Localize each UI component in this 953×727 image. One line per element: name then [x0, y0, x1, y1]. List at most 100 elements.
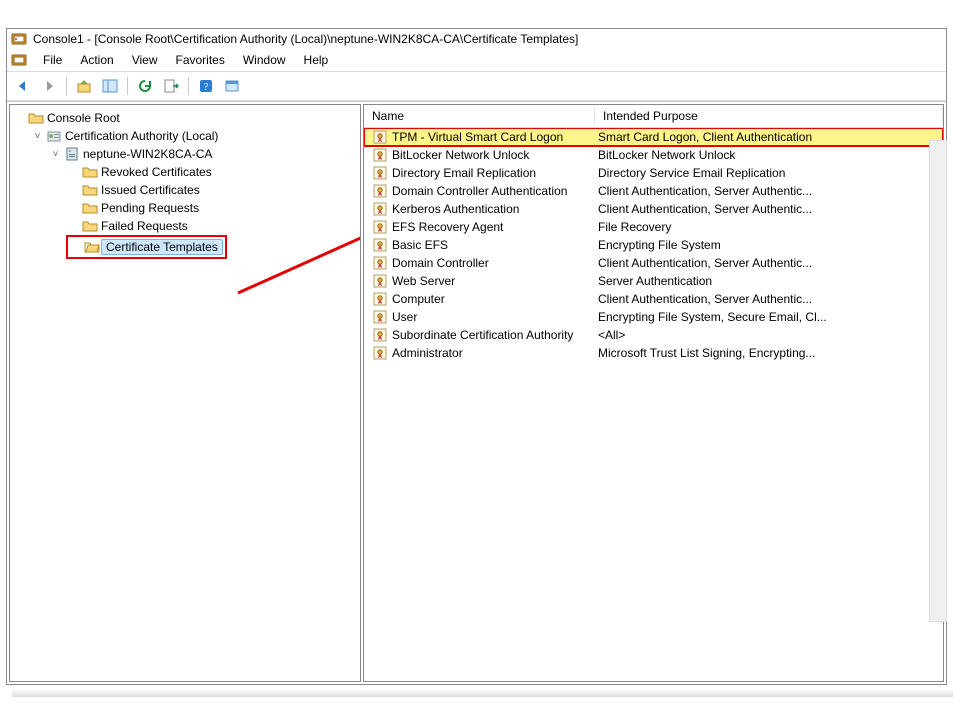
cert-template-icon: [372, 237, 388, 253]
tree-revoked[interactable]: Revoked Certificates: [66, 163, 358, 181]
cert-template-icon: [372, 165, 388, 181]
row-purpose: Client Authentication, Server Authentic.…: [590, 256, 943, 270]
nav-forward-button[interactable]: [37, 74, 61, 98]
tree-pane[interactable]: Console Root ˅ Certification Authority (…: [9, 104, 361, 682]
list-row[interactable]: UserEncrypting File System, Secure Email…: [364, 308, 943, 326]
menu-window[interactable]: Window: [235, 51, 294, 69]
column-name[interactable]: Name: [364, 107, 595, 125]
cert-template-icon: [372, 345, 388, 361]
vertical-scrollbar[interactable]: [929, 140, 947, 622]
row-name: Administrator: [392, 346, 590, 360]
cert-template-icon: [372, 255, 388, 271]
menu-favorites[interactable]: Favorites: [168, 51, 233, 69]
list-pane: Name Intended Purpose TPM - Virtual Smar…: [363, 104, 944, 682]
collapse-icon[interactable]: ˅: [32, 131, 43, 142]
row-name: Computer: [392, 292, 590, 306]
row-purpose: Server Authentication: [590, 274, 943, 288]
content-area: Console Root ˅ Certification Authority (…: [7, 101, 946, 684]
row-purpose: <All>: [590, 328, 943, 342]
list-row[interactable]: Domain ControllerClient Authentication, …: [364, 254, 943, 272]
list-row[interactable]: EFS Recovery AgentFile Recovery: [364, 218, 943, 236]
tree-label-selected: Certificate Templates: [101, 239, 223, 255]
row-purpose: File Recovery: [590, 220, 943, 234]
row-purpose: Microsoft Trust List Signing, Encrypting…: [590, 346, 943, 360]
list-row[interactable]: Domain Controller AuthenticationClient A…: [364, 182, 943, 200]
folder-icon: [82, 200, 98, 216]
list-row[interactable]: Basic EFSEncrypting File System: [364, 236, 943, 254]
column-purpose[interactable]: Intended Purpose: [595, 107, 943, 125]
tree-failed[interactable]: Failed Requests: [66, 217, 358, 235]
cert-template-icon: [372, 183, 388, 199]
row-name: User: [392, 310, 590, 324]
cert-template-icon: [372, 147, 388, 163]
window-title: Console1 - [Console Root\Certification A…: [33, 32, 578, 46]
list-row[interactable]: Kerberos AuthenticationClient Authentica…: [364, 200, 943, 218]
nav-back-button[interactable]: [11, 74, 35, 98]
mmc-window: Console1 - [Console Root\Certification A…: [6, 28, 947, 685]
row-name: TPM - Virtual Smart Card Logon: [392, 130, 590, 144]
list-row[interactable]: AdministratorMicrosoft Trust List Signin…: [364, 344, 943, 362]
show-hide-tree-button[interactable]: [98, 74, 122, 98]
row-name: Domain Controller: [392, 256, 590, 270]
row-name: Domain Controller Authentication: [392, 184, 590, 198]
expand-icon[interactable]: [14, 113, 25, 124]
tree-label: Pending Requests: [101, 201, 199, 215]
export-list-button[interactable]: [159, 74, 183, 98]
list-row[interactable]: TPM - Virtual Smart Card LogonSmart Card…: [364, 128, 943, 146]
refresh-button[interactable]: [133, 74, 157, 98]
row-name: Web Server: [392, 274, 590, 288]
row-name: Basic EFS: [392, 238, 590, 252]
row-purpose: Client Authentication, Server Authentic.…: [590, 292, 943, 306]
titlebar: Console1 - [Console Root\Certification A…: [7, 29, 946, 49]
tree-issued[interactable]: Issued Certificates: [66, 181, 358, 199]
row-purpose: Smart Card Logon, Client Authentication: [590, 130, 943, 144]
list-body[interactable]: TPM - Virtual Smart Card LogonSmart Card…: [364, 128, 943, 681]
ca-icon: [46, 128, 62, 144]
up-button[interactable]: [72, 74, 96, 98]
list-row[interactable]: Directory Email ReplicationDirectory Ser…: [364, 164, 943, 182]
tree-pending[interactable]: Pending Requests: [66, 199, 358, 217]
help-button[interactable]: ?: [194, 74, 218, 98]
menu-view[interactable]: View: [124, 51, 166, 69]
cert-template-icon: [372, 291, 388, 307]
tree-certificate-templates[interactable]: Certificate Templates: [66, 235, 227, 259]
row-name: Directory Email Replication: [392, 166, 590, 180]
collapse-icon[interactable]: ˅: [50, 149, 61, 160]
app-icon: [11, 31, 27, 47]
menu-action[interactable]: Action: [72, 51, 121, 69]
toolbar-separator: [127, 77, 128, 95]
row-purpose: Encrypting File System: [590, 238, 943, 252]
cert-template-icon: [372, 219, 388, 235]
tree-label: Certification Authority (Local): [65, 129, 218, 143]
list-row[interactable]: Web ServerServer Authentication: [364, 272, 943, 290]
tree-label: Revoked Certificates: [101, 165, 212, 179]
list-row[interactable]: Subordinate Certification Authority<All>: [364, 326, 943, 344]
folder-icon: [82, 164, 98, 180]
svg-text:?: ?: [204, 82, 209, 93]
row-purpose: Directory Service Email Replication: [590, 166, 943, 180]
list-row[interactable]: ComputerClient Authentication, Server Au…: [364, 290, 943, 308]
tree-console-root[interactable]: Console Root: [12, 109, 358, 127]
toolbar: ?: [7, 72, 946, 101]
row-purpose: BitLocker Network Unlock: [590, 148, 943, 162]
toolbar-separator: [66, 77, 67, 95]
row-name: Kerberos Authentication: [392, 202, 590, 216]
tree-ca-local[interactable]: ˅ Certification Authority (Local): [30, 127, 358, 145]
list-row[interactable]: BitLocker Network UnlockBitLocker Networ…: [364, 146, 943, 164]
cert-template-icon: [372, 201, 388, 217]
new-window-button[interactable]: [220, 74, 244, 98]
cert-template-icon: [372, 273, 388, 289]
tree-ca-server[interactable]: ˅ neptune-WIN2K8CA-CA: [48, 145, 358, 163]
folder-icon: [28, 110, 44, 126]
mmc-icon: [11, 52, 27, 68]
cert-template-icon: [372, 129, 388, 145]
toolbar-separator: [188, 77, 189, 95]
server-icon: [64, 146, 80, 162]
row-name: EFS Recovery Agent: [392, 220, 590, 234]
cert-template-icon: [372, 309, 388, 325]
menu-help[interactable]: Help: [296, 51, 337, 69]
row-purpose: Client Authentication, Server Authentic.…: [590, 184, 943, 198]
menu-file[interactable]: File: [35, 51, 70, 69]
bottom-shadow: [12, 689, 953, 697]
tree-label: Console Root: [47, 111, 120, 125]
